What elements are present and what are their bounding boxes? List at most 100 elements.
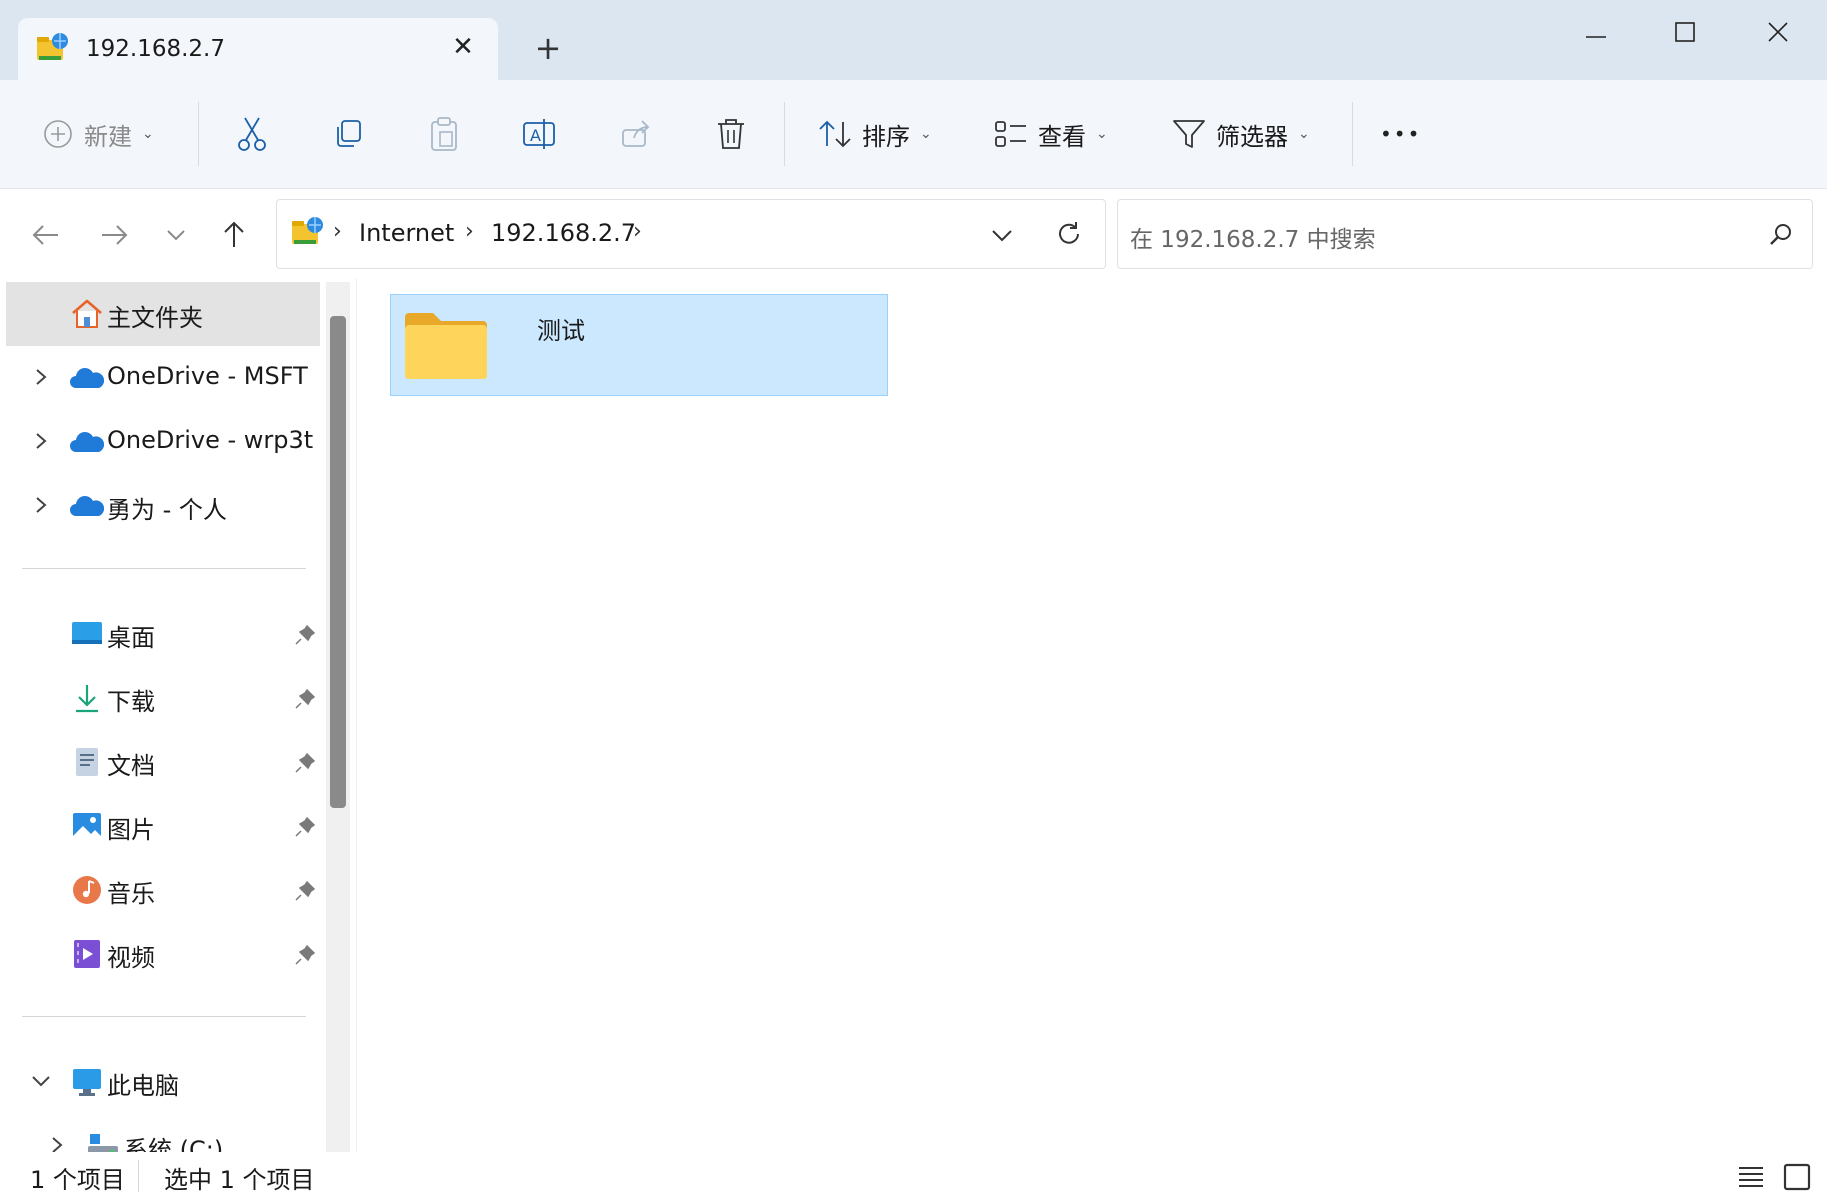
status-divider xyxy=(138,1160,139,1192)
sidebar-item-label: 系统 (C:) xyxy=(124,1136,224,1152)
maximize-icon xyxy=(1675,22,1695,42)
chevron-right-icon[interactable] xyxy=(30,366,52,388)
sidebar-item-home[interactable]: 主文件夹 xyxy=(6,282,320,346)
search-input[interactable]: 在 192.168.2.7 中搜索 xyxy=(1130,220,1376,254)
close-window-button[interactable] xyxy=(1750,8,1806,54)
breadcrumb-internet[interactable]: Internet xyxy=(359,219,454,247)
sidebar-item-label: 勇为 - 个人 xyxy=(107,496,227,524)
chevron-down-icon: ⌄ xyxy=(142,126,154,142)
sidebar-item-onedrive-personal[interactable]: 勇为 - 个人 xyxy=(6,474,320,538)
close-icon xyxy=(1768,22,1788,42)
maximize-button[interactable] xyxy=(1657,8,1713,54)
documents-icon xyxy=(76,748,98,776)
clipboard-icon xyxy=(431,117,457,151)
pin-icon[interactable] xyxy=(294,880,316,902)
filter-button[interactable]: 筛选器 ⌄ xyxy=(1172,80,1310,188)
new-label: 新建 xyxy=(84,122,132,151)
view-label: 查看 xyxy=(1038,122,1086,151)
sidebar-item-documents[interactable]: 文档 xyxy=(6,730,320,794)
pin-icon[interactable] xyxy=(294,688,316,710)
chevron-down-icon: ⌄ xyxy=(1096,126,1108,142)
pin-icon[interactable] xyxy=(294,944,316,966)
pin-icon[interactable] xyxy=(294,624,316,646)
sidebar-scrollbar-thumb[interactable] xyxy=(330,316,346,808)
address-bar[interactable]: › Internet › 192.168.2.7 › xyxy=(276,199,1106,269)
sort-icon xyxy=(819,120,851,148)
sidebar-item-this-pc[interactable]: 此电脑 xyxy=(6,1050,320,1114)
selected-count: 选中 1 个项目 xyxy=(164,1166,315,1194)
forward-arrow-icon[interactable] xyxy=(96,217,132,253)
refresh-icon[interactable] xyxy=(1055,220,1083,248)
sidebar-item-label: 此电脑 xyxy=(107,1072,179,1100)
toolbar-divider xyxy=(1352,102,1353,166)
chevron-down-icon: ⌄ xyxy=(920,126,932,142)
search-icon xyxy=(1770,224,1791,245)
breadcrumb-separator-icon[interactable]: › xyxy=(333,219,342,244)
new-tab-button[interactable]: + xyxy=(530,30,566,66)
breadcrumb-current[interactable]: 192.168.2.7 xyxy=(491,219,636,247)
scissors-icon xyxy=(238,117,266,151)
sidebar-item-downloads[interactable]: 下载 xyxy=(6,666,320,730)
sidebar-item-system-drive[interactable]: 系统 (C:) xyxy=(6,1114,320,1152)
tab-close-icon[interactable]: ✕ xyxy=(448,32,478,62)
status-bar: 1 个项目 选中 1 个项目 xyxy=(0,1152,1827,1201)
search-box[interactable]: 在 192.168.2.7 中搜索 xyxy=(1117,199,1813,269)
details-view-icon[interactable] xyxy=(1736,1162,1766,1192)
desktop-icon xyxy=(72,622,102,644)
delete-button[interactable] xyxy=(716,80,746,188)
share-button[interactable] xyxy=(620,80,652,188)
sidebar-item-label: 视频 xyxy=(107,944,155,972)
navigation-pane: 主文件夹 OneDrive - MSFT OneDrive - wrp3t 勇为… xyxy=(0,278,320,1152)
view-button[interactable]: 查看 ⌄ xyxy=(994,80,1108,188)
breadcrumb-separator-icon[interactable]: › xyxy=(465,219,474,244)
chevron-right-icon[interactable] xyxy=(30,494,52,516)
list-item[interactable]: 测试 xyxy=(390,294,888,396)
sidebar-item-label: OneDrive - MSFT xyxy=(107,362,308,390)
minimize-icon xyxy=(1586,36,1606,38)
sidebar-item-label: 桌面 xyxy=(107,624,155,652)
network-location-icon xyxy=(37,33,68,60)
videos-icon xyxy=(74,940,100,968)
navigation-bar: › Internet › 192.168.2.7 › 在 192.168.2.7… xyxy=(0,189,1827,277)
recent-locations-chevron-icon[interactable] xyxy=(158,217,194,253)
sidebar-item-onedrive-msft[interactable]: OneDrive - MSFT xyxy=(6,346,320,410)
minimize-button[interactable] xyxy=(1568,8,1624,54)
chevron-right-icon[interactable] xyxy=(30,430,52,452)
copy-button[interactable] xyxy=(332,80,364,188)
address-history-chevron-icon[interactable] xyxy=(989,222,1015,248)
download-icon xyxy=(76,685,98,713)
chevron-down-icon: ⌄ xyxy=(1298,126,1310,142)
pin-icon[interactable] xyxy=(294,752,316,774)
sort-label: 排序 xyxy=(862,122,910,151)
tiles-view-icon[interactable] xyxy=(1782,1162,1812,1192)
paste-button[interactable] xyxy=(428,80,460,188)
rename-button[interactable]: A xyxy=(522,80,556,188)
cut-button[interactable] xyxy=(236,80,268,188)
more-options-button[interactable]: ••• xyxy=(1380,80,1421,188)
sidebar-item-label: 文档 xyxy=(107,752,155,780)
sidebar-item-desktop[interactable]: 桌面 xyxy=(6,602,320,666)
add-circle-icon xyxy=(44,120,72,148)
onedrive-icon xyxy=(70,432,104,452)
pictures-icon xyxy=(73,813,101,839)
more-icon: ••• xyxy=(1380,122,1422,146)
new-button[interactable]: 新建 ⌄ xyxy=(42,80,154,188)
pin-icon[interactable] xyxy=(294,816,316,838)
onedrive-icon xyxy=(70,496,104,516)
sidebar-item-pictures[interactable]: 图片 xyxy=(6,794,320,858)
breadcrumb-separator-icon[interactable]: › xyxy=(633,219,642,244)
sort-button[interactable]: 排序 ⌄ xyxy=(818,80,932,188)
this-pc-icon xyxy=(73,1069,101,1096)
sidebar-divider xyxy=(22,568,306,569)
home-icon xyxy=(72,299,102,328)
sidebar-item-videos[interactable]: 视频 xyxy=(6,922,320,986)
filter-icon xyxy=(1173,120,1205,148)
chevron-right-icon[interactable] xyxy=(46,1134,68,1152)
back-arrow-icon[interactable] xyxy=(28,217,64,253)
view-layout-icon xyxy=(995,121,1026,147)
up-arrow-icon[interactable] xyxy=(216,217,252,253)
sidebar-item-onedrive-wrp3t[interactable]: OneDrive - wrp3t xyxy=(6,410,320,474)
chevron-down-icon[interactable] xyxy=(30,1070,52,1092)
tab-active[interactable]: 192.168.2.7 ✕ xyxy=(18,18,498,80)
sidebar-item-music[interactable]: 音乐 xyxy=(6,858,320,922)
